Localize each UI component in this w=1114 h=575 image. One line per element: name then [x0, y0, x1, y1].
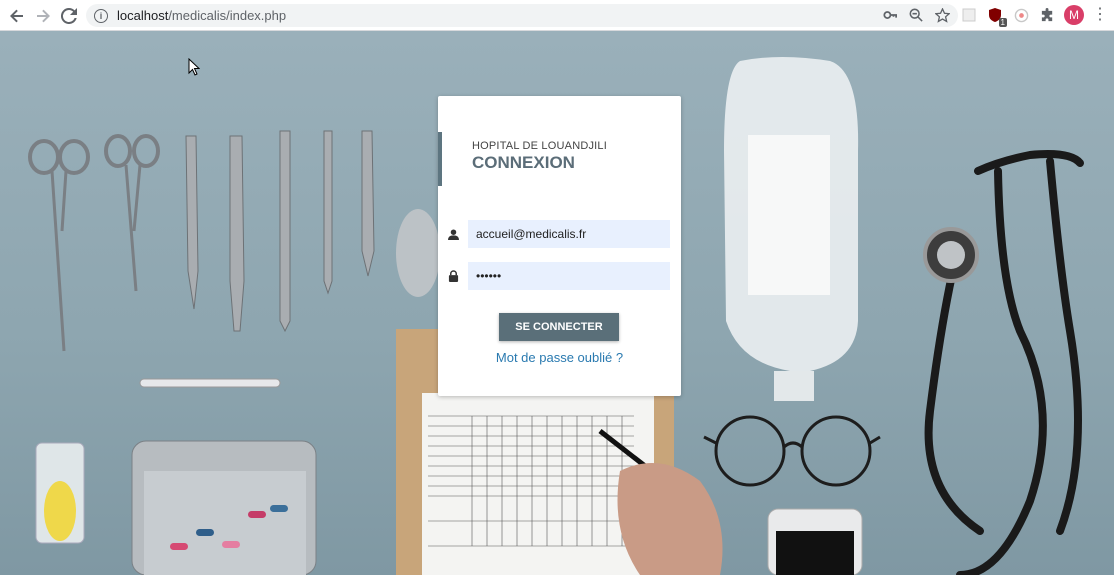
url-text[interactable]: localhost/medicalis/index.php	[117, 8, 286, 23]
login-heading: CONNEXION	[472, 153, 575, 172]
surgical-instruments	[185, 130, 375, 333]
thermometer-illustration	[139, 378, 281, 388]
email-field[interactable]	[468, 220, 670, 248]
login-card: HOPITAL DE LOUANDJILI CONNEXION SE CONNE…	[438, 96, 681, 396]
extension-ublock-icon[interactable]: 1	[986, 6, 1007, 27]
glasses-illustration	[703, 415, 881, 487]
scissors-illustration	[28, 134, 160, 352]
hospital-name: HOPITAL DE LOUANDJILI	[472, 140, 608, 152]
forgot-password-link[interactable]: Mot de passe oublié ?	[438, 350, 681, 365]
extensions-puzzle-icon[interactable]	[1038, 6, 1056, 24]
mouse-cursor-icon	[188, 58, 200, 76]
bowl-illustration	[396, 209, 440, 297]
iv-bag-illustration	[724, 57, 859, 401]
pill-bottle-illustration	[35, 442, 85, 544]
browser-toolbar: i localhost/medicalis/index.php 1 M ⋮	[0, 0, 1114, 31]
site-info-icon[interactable]: i	[94, 8, 108, 23]
card-accent-bar	[438, 132, 442, 186]
address-bar[interactable]: i localhost/medicalis/index.php	[86, 4, 958, 27]
email-row	[446, 220, 671, 248]
extension-circle-icon[interactable]	[1012, 6, 1030, 24]
password-field[interactable]	[468, 262, 670, 290]
back-arrow-icon[interactable]	[4, 3, 30, 29]
lock-icon	[446, 269, 460, 283]
menu-kebab-icon[interactable]: ⋮	[1092, 7, 1108, 23]
key-icon[interactable]	[882, 7, 898, 23]
login-button[interactable]: SE CONNECTER	[499, 313, 619, 341]
stethoscope-illustration	[924, 150, 1084, 575]
extension-blank-icon[interactable]	[960, 6, 978, 24]
user-icon	[446, 227, 460, 241]
extension-badge: 1	[998, 18, 1007, 27]
reload-icon[interactable]	[56, 3, 82, 29]
password-row	[446, 262, 671, 290]
zoom-icon[interactable]	[908, 7, 924, 23]
bookmark-star-icon[interactable]	[934, 7, 950, 23]
metal-case-illustration	[131, 440, 317, 575]
forward-arrow-icon[interactable]	[30, 3, 56, 29]
profile-avatar[interactable]: M	[1064, 5, 1084, 25]
